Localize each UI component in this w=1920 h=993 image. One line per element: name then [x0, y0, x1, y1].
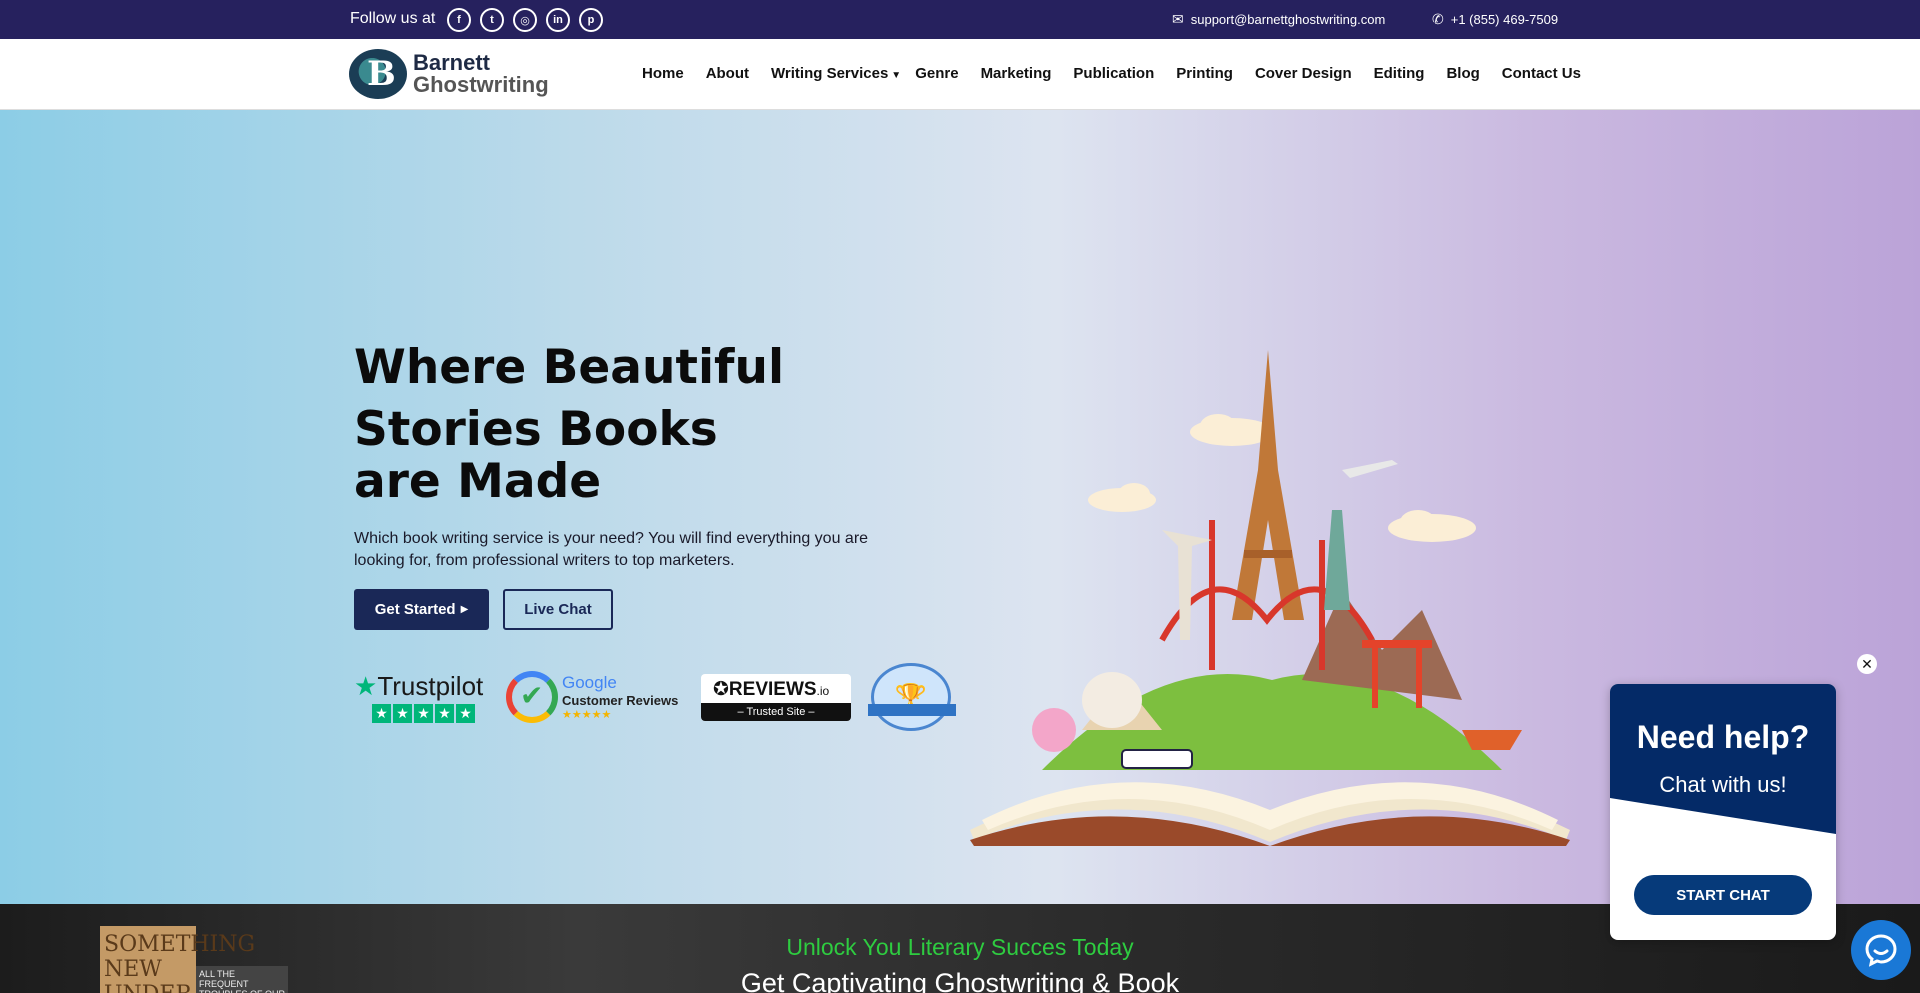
- phone-icon: ✆: [1432, 11, 1444, 27]
- trustpilot-badge[interactable]: ★Trustpilot ★ ★ ★ ★ ★: [354, 671, 494, 723]
- star-icon: ★: [414, 704, 433, 723]
- reviews-star-icon: ✪: [713, 678, 729, 700]
- star-icon: ★: [435, 704, 454, 723]
- social-links: f t ◎ in p: [447, 8, 603, 32]
- google-check-icon: [506, 671, 558, 723]
- nav-home[interactable]: Home: [642, 65, 684, 82]
- google-reviews-badge[interactable]: Google Customer Reviews ★★★★★: [506, 671, 681, 723]
- nav-about[interactable]: About: [706, 65, 749, 82]
- hero-subtitle: Which book writing service is your need?…: [354, 530, 869, 569]
- main-navbar: Barnett Ghostwriting Home About Writing …: [0, 39, 1920, 110]
- star-icon: ★: [372, 704, 391, 723]
- chat-bubble-button[interactable]: [1851, 920, 1911, 980]
- site-logo[interactable]: Barnett Ghostwriting: [349, 49, 549, 99]
- twitter-icon[interactable]: t: [480, 8, 504, 32]
- hero-title-line3: are Made: [354, 454, 602, 509]
- email-text: support@barnettghostwriting.com: [1190, 12, 1386, 27]
- close-icon[interactable]: ✕: [1857, 654, 1877, 674]
- google-reviews-text: Google Customer Reviews ★★★★★: [562, 673, 678, 721]
- nav-writing-services[interactable]: Writing Services ▼: [771, 65, 901, 82]
- pinterest-icon[interactable]: p: [579, 8, 603, 32]
- trustpilot-label: Trustpilot: [377, 671, 484, 701]
- get-started-button[interactable]: Get Started ▶: [354, 589, 489, 630]
- star-icon: ★: [393, 704, 412, 723]
- hero-title-line1: Where Beautiful: [354, 340, 785, 395]
- customer-reviews-label: Customer Reviews: [562, 693, 679, 708]
- logo-text: Barnett Ghostwriting: [413, 52, 549, 96]
- facebook-icon[interactable]: f: [447, 8, 471, 32]
- get-started-label: Get Started: [374, 601, 456, 618]
- trustpilot-star-icon: ★: [354, 671, 378, 701]
- chat-header: [1610, 684, 1836, 834]
- google-stars: ★★★★★: [562, 709, 612, 721]
- trustpilot-stars: ★ ★ ★ ★ ★: [372, 704, 494, 723]
- logo-line1: Barnett: [413, 50, 491, 75]
- award-badge[interactable]: 🏆: [868, 663, 956, 731]
- reviews-io-name: ✪REVIEWS.io: [713, 678, 829, 701]
- email-link[interactable]: ✉ support@barnettghostwriting.com: [1172, 11, 1385, 28]
- nav-writing-services-label: Writing Services: [771, 65, 889, 82]
- reviews-name: REVIEWS: [728, 678, 817, 700]
- review-badges: ★Trustpilot ★★★★★ Google Customer Review…: [354, 663, 956, 731]
- instagram-icon[interactable]: ◎: [513, 8, 537, 32]
- ribbon-icon: [868, 704, 956, 716]
- phone-text: +1 (855) 469-7509: [1450, 12, 1559, 27]
- nav-marketing[interactable]: Marketing: [981, 65, 1052, 82]
- nav-contact-us[interactable]: Contact Us: [1502, 65, 1581, 82]
- nav-cover-design[interactable]: Cover Design: [1255, 65, 1352, 82]
- chat-subtitle: Chat with us!: [1659, 772, 1787, 797]
- follow-label: Follow us at: [350, 10, 436, 27]
- linkedin-icon[interactable]: in: [546, 8, 570, 32]
- google-label: Google: [562, 673, 617, 692]
- top-bar: Follow us at f t ◎ in p ✉ support@barnet…: [0, 0, 1920, 39]
- nav-menu: Home About Writing Services ▼ Genre Marke…: [642, 65, 1603, 82]
- logo-mark-icon: [349, 49, 407, 99]
- hero-title-line2: Stories Books: [354, 402, 718, 457]
- live-chat-button[interactable]: Live Chat: [503, 589, 613, 630]
- strip-headline: Get Captivating Ghostwriting & Book: [740, 968, 1180, 993]
- star-icon: ★: [456, 704, 475, 723]
- caret-right-icon: ▶: [460, 604, 469, 615]
- nav-editing[interactable]: Editing: [1374, 65, 1425, 82]
- nav-blog[interactable]: Blog: [1446, 65, 1479, 82]
- chat-title: Need help?: [1636, 719, 1810, 755]
- reviews-io-badge[interactable]: ✪REVIEWS.io – Trusted Site –: [701, 673, 851, 721]
- nav-publication[interactable]: Publication: [1073, 65, 1154, 82]
- mail-icon: ✉: [1172, 11, 1184, 27]
- hero-title: Where Beautiful Stories Books are Made: [354, 342, 784, 508]
- start-chat-button[interactable]: START CHAT: [1634, 875, 1812, 915]
- chat-bubble-icon: [1865, 934, 1897, 967]
- nav-printing[interactable]: Printing: [1176, 65, 1233, 82]
- nav-genre[interactable]: Genre: [915, 65, 958, 82]
- logo-line2: Ghostwriting: [413, 72, 549, 97]
- phone-link[interactable]: ✆ +1 (855) 469-7509: [1432, 11, 1558, 28]
- reviews-suffix: .io: [816, 683, 830, 698]
- chevron-down-icon: ▼: [891, 70, 902, 81]
- reviews-trusted: – Trusted Site –: [701, 702, 851, 721]
- trustpilot-name: ★Trustpilot: [354, 671, 494, 702]
- chat-widget: Need help? Chat with us! START CHAT: [1610, 684, 1836, 940]
- hero-illustration: [970, 350, 1570, 846]
